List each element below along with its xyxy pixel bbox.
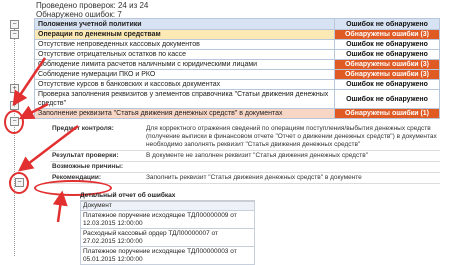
policy-label: Положения учетной политики <box>34 18 335 30</box>
row-status: Ошибок не обнаружено <box>334 79 440 90</box>
detail-result: Результат проверки: В документе не запол… <box>50 151 440 162</box>
row-status: Обнаружены ошибки (1) <box>334 108 440 119</box>
report-document-link[interactable]: Расходный кассовый ордер ТДЛ00000007 от … <box>80 229 255 247</box>
check-details: Предмет контроля: Для корректного отраже… <box>50 124 440 184</box>
detail-possible-causes: Возможные причины: <box>50 162 440 173</box>
checks-done-text: Проведено проверок: 24 из 24 <box>36 1 149 10</box>
detail-recommendation: Рекомендации: Заполнить реквизит "Статья… <box>50 173 440 184</box>
expand-toggle-icon[interactable]: + <box>10 84 19 93</box>
annotation-ring <box>9 172 29 194</box>
subject-text: Для корректного отражения сведений по оп… <box>146 125 437 148</box>
section-row[interactable]: Операции по денежным средствам Обнаружен… <box>34 29 440 40</box>
row-status: Ошибок не обнаружено <box>334 39 440 50</box>
error-report: Детальный отчет об ошибках Документ Плат… <box>80 192 255 265</box>
table-row[interactable]: Отсутствие непроведенных кассовых докуме… <box>34 39 440 50</box>
report-document-link[interactable]: Платежное поручение исходящее ТДЛ0000000… <box>80 247 255 265</box>
expand-toggle-icon[interactable]: + <box>10 101 19 110</box>
subject-label: Предмет контроля: <box>52 125 114 132</box>
row-label: Отсутствие отрицательных остатков по кас… <box>34 49 335 60</box>
detail-subject: Предмет контроля: Для корректного отраже… <box>50 124 440 151</box>
row-label: Проверка заполнения реквизитов у элемент… <box>34 89 335 109</box>
row-status: Ошибок не обнаружено <box>334 49 440 60</box>
table-header-row[interactable]: Положения учетной политики Ошибок не обн… <box>34 18 440 30</box>
row-label: Соблюдение нумерации ПКО и РКО <box>34 69 335 80</box>
table-row[interactable]: Проверка заполнения реквизитов у элемент… <box>34 89 440 109</box>
row-status: Обнаружены ошибки (3) <box>334 69 440 80</box>
checks-summary: Проведено проверок: 24 из 24 Обнаружено … <box>36 1 148 19</box>
table-row[interactable]: Соблюдение лимита расчетов наличными с ю… <box>34 59 440 70</box>
section-label: Операции по денежным средствам <box>34 29 335 40</box>
annotation-arrow <box>52 190 68 223</box>
table-row-selected[interactable]: Заполнение реквизита "Статья движения де… <box>34 108 440 119</box>
policy-status: Ошибок не обнаружено <box>334 18 440 30</box>
checks-table: Положения учетной политики Ошибок не обн… <box>34 18 440 119</box>
row-label: Отсутствие непроведенных кассовых докуме… <box>34 39 335 50</box>
possible-label: Возможные причины: <box>52 163 124 170</box>
report-column-header: Документ <box>80 201 255 211</box>
row-status: Обнаружены ошибки (3) <box>334 59 440 70</box>
expand-toggle-icon[interactable]: − <box>10 20 19 29</box>
report-document-link[interactable]: Платежное поручение исходящее ТДЛ0000000… <box>80 211 255 229</box>
row-label: Заполнение реквизита "Статья движения де… <box>34 108 335 119</box>
tree-connector-line <box>14 24 15 256</box>
result-label: Результат проверки: <box>52 152 119 159</box>
section-status: Обнаружены ошибки (3) <box>334 29 440 40</box>
row-label: Соблюдение лимита расчетов наличными с ю… <box>34 59 335 70</box>
table-row[interactable]: Отсутствие отрицательных остатков по кас… <box>34 49 440 60</box>
row-status: Ошибок не обнаружено <box>334 89 440 109</box>
expand-toggle-icon[interactable]: − <box>10 30 19 39</box>
annotation-ring <box>4 110 24 134</box>
possible-text <box>144 162 440 172</box>
recommendation-text: Заполнить реквизит "Статья движения дене… <box>146 174 362 181</box>
table-row[interactable]: Соблюдение нумерации ПКО и РКО Обнаружен… <box>34 69 440 80</box>
report-title: Детальный отчет об ошибках <box>80 192 255 201</box>
result-text: В документе не заполнен реквизит "Статья… <box>146 152 368 159</box>
row-label: Отсутствие курсов в банковских и кассовы… <box>34 79 335 90</box>
table-row[interactable]: Отсутствие курсов в банковских и кассовы… <box>34 79 440 90</box>
tree-gutter: − − + + − − <box>0 0 30 256</box>
